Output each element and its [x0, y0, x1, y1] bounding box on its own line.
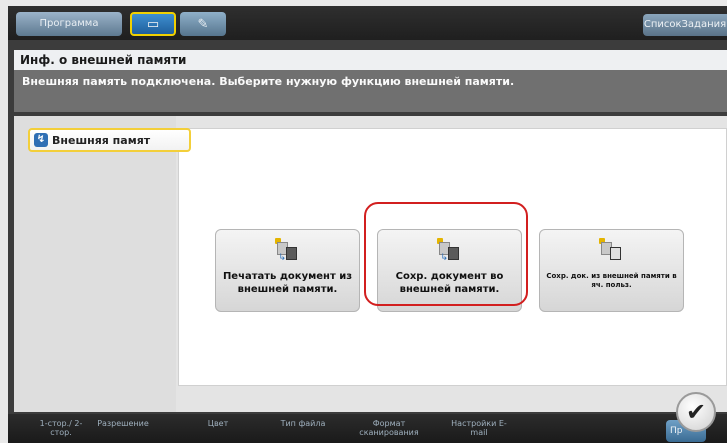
- tab-scan-size[interactable]: Формат сканирования: [358, 419, 420, 437]
- start-button[interactable]: ✔: [676, 392, 716, 432]
- top-bar: Программа ▭ ✎ СписокЗадания: [8, 6, 727, 40]
- side-tab-external-memory[interactable]: ↯ Внешняя памят: [28, 128, 191, 152]
- instruction-message: Внешняя память подключена. Выберите нужн…: [14, 70, 727, 112]
- page-title: Инф. о внешней памяти: [14, 50, 727, 70]
- program-tab[interactable]: Программа: [16, 12, 122, 36]
- job-list-button[interactable]: СписокЗадания: [643, 14, 727, 36]
- scan-tab[interactable]: ▭: [130, 12, 176, 36]
- scanner-icon: ▭: [146, 16, 160, 32]
- button-label: Сохр. док. из внешней памяти в яч. польз…: [546, 272, 677, 289]
- checkmark-icon: ✔: [685, 398, 707, 426]
- side-tab-label: Внешняя памят: [52, 133, 151, 147]
- button-label: Печатать документ из внешней памяти.: [222, 271, 353, 295]
- print-from-external-memory-button[interactable]: ↳ Печатать документ из внешней памяти.: [215, 229, 360, 312]
- tab-file-type[interactable]: Тип файла: [276, 419, 330, 428]
- tab-color[interactable]: Цвет: [198, 419, 238, 428]
- save-from-external-memory-to-box-button[interactable]: Сохр. док. из внешней памяти в яч. польз…: [539, 229, 684, 312]
- tab-email-settings[interactable]: Настройки E-mail: [448, 419, 510, 437]
- fax-tab[interactable]: ✎: [180, 12, 226, 36]
- highlight-outline: [364, 202, 528, 306]
- tab-duplex[interactable]: 1-стор./ 2-стор.: [36, 419, 86, 437]
- usb-memory-icon: ↯: [34, 133, 48, 147]
- print-document-icon: ↳: [274, 238, 299, 263]
- fax-icon: ✎: [197, 16, 209, 32]
- bottom-bar: 1-стор./ 2-стор. Разрешение Цвет Тип фай…: [8, 414, 727, 443]
- tab-resolution[interactable]: Разрешение: [92, 419, 154, 428]
- left-column: [14, 116, 176, 412]
- device-screen: Программа ▭ ✎ СписокЗадания Инф. о внешн…: [8, 6, 727, 443]
- save-to-box-icon: [598, 238, 623, 260]
